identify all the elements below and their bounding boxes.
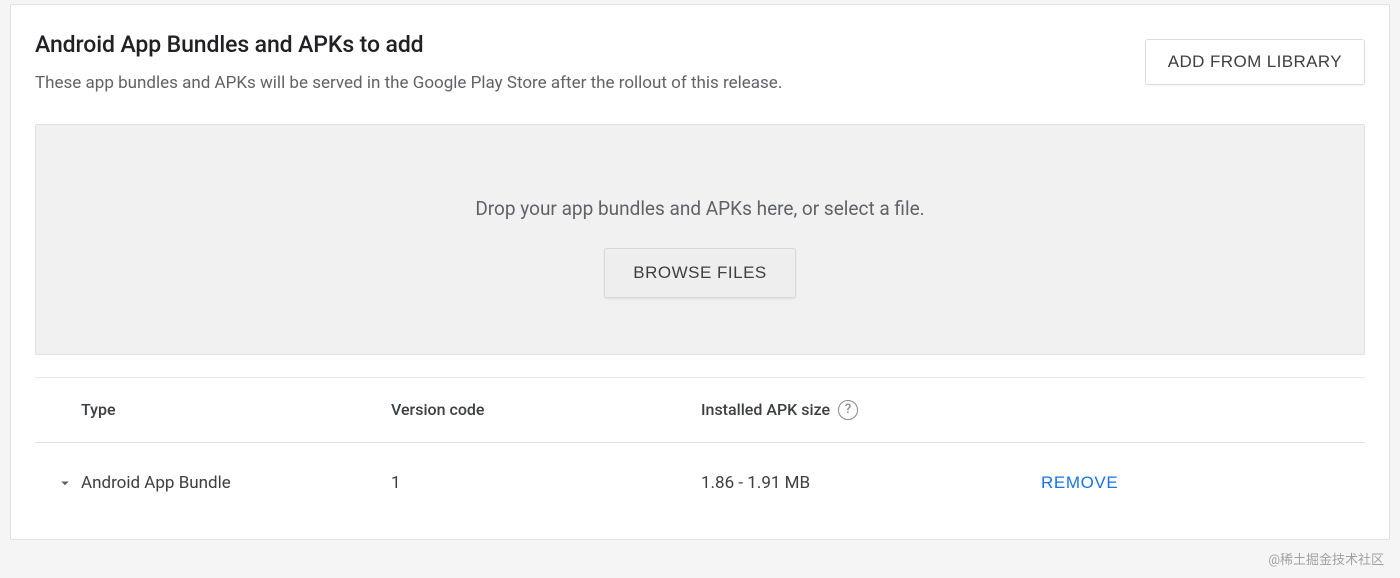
app-bundles-card: Android App Bundles and APKs to add Thes… — [10, 4, 1390, 540]
column-header-version-code: Version code — [391, 400, 701, 419]
help-icon[interactable]: ? — [838, 400, 858, 420]
cell-apk-size: 1.86 - 1.91 MB — [701, 473, 1041, 493]
add-from-library-button[interactable]: ADD FROM LIBRARY — [1145, 39, 1365, 85]
section-subtitle: These app bundles and APKs will be serve… — [35, 72, 1145, 96]
card-header: Android App Bundles and APKs to add Thes… — [35, 31, 1365, 96]
column-header-type: Type — [81, 400, 391, 419]
dropzone-hint: Drop your app bundles and APKs here, or … — [56, 197, 1344, 220]
chevron-down-icon — [56, 474, 74, 492]
title-block: Android App Bundles and APKs to add Thes… — [35, 31, 1145, 96]
cell-type: Android App Bundle — [81, 473, 391, 493]
expand-row-button[interactable] — [49, 474, 81, 492]
cell-version-code: 1 — [391, 473, 701, 493]
section-title: Android App Bundles and APKs to add — [35, 31, 1145, 58]
upload-dropzone[interactable]: Drop your app bundles and APKs here, or … — [35, 124, 1365, 355]
bundles-table: Type Version code Installed APK size ? A… — [35, 377, 1365, 523]
table-header-row: Type Version code Installed APK size ? — [35, 378, 1365, 443]
watermark: @稀土掘金技术社区 — [1268, 549, 1384, 568]
browse-files-button[interactable]: BROWSE FILES — [604, 248, 796, 298]
column-header-apk-size-label: Installed APK size — [701, 400, 830, 419]
column-header-apk-size: Installed APK size ? — [701, 400, 1041, 420]
cell-action: REMOVE — [1041, 465, 1365, 501]
remove-button[interactable]: REMOVE — [1041, 465, 1118, 501]
table-row: Android App Bundle 1 1.86 - 1.91 MB REMO… — [35, 443, 1365, 523]
